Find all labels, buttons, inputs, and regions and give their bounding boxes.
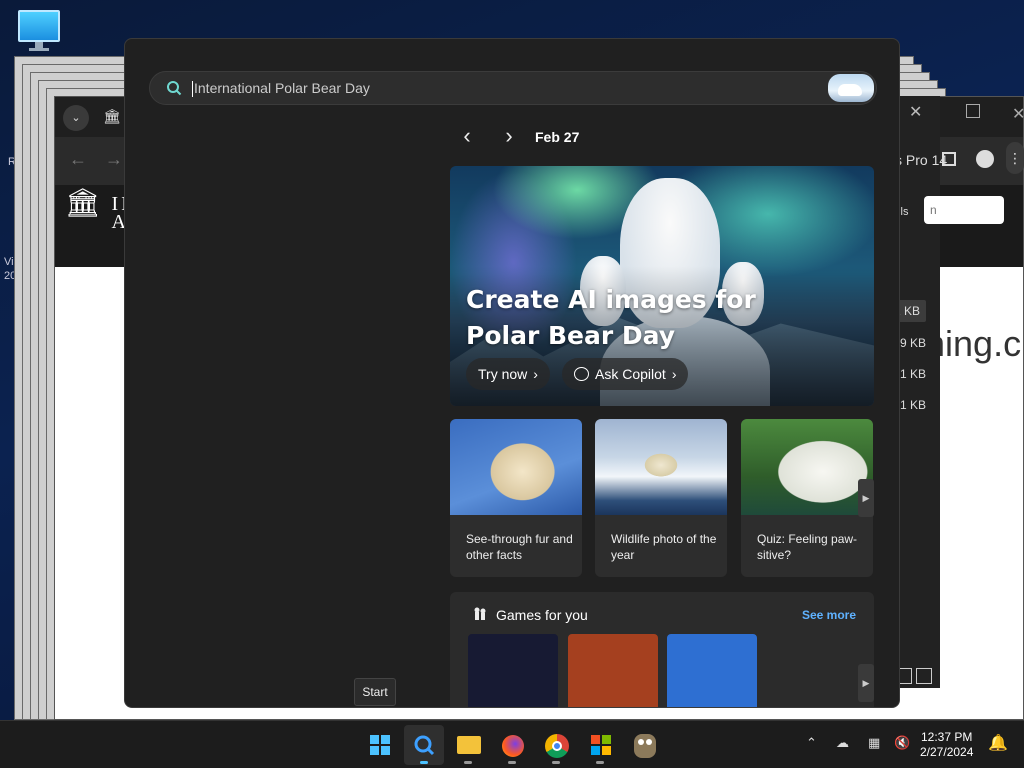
search-button[interactable] xyxy=(404,725,444,765)
try-now-button[interactable]: Try now › xyxy=(466,358,550,390)
notification-bell-icon[interactable]: 🔔 xyxy=(988,733,1008,753)
story-card[interactable]: Quiz: Feeling paw-sitive? xyxy=(741,419,873,577)
maximize-icon[interactable] xyxy=(966,104,980,118)
file-explorer-button[interactable] xyxy=(448,725,488,765)
microsoft-store-button[interactable] xyxy=(580,725,620,765)
polar-bear-swimming-image xyxy=(741,419,873,515)
taskbar: ⌃ ☁ ▦ 🔇 12:37 PM 2/27/2024 🔔 xyxy=(0,720,1024,768)
file-size: 1 KB xyxy=(899,367,926,381)
onedrive-icon[interactable]: ☁ xyxy=(836,735,849,751)
profile-icon[interactable] xyxy=(976,150,994,168)
view-toggle[interactable] xyxy=(896,668,932,684)
game-tile[interactable] xyxy=(568,634,658,707)
ask-copilot-label: Ask Copilot xyxy=(595,366,666,382)
gimp-eye xyxy=(638,739,644,745)
start-button[interactable] xyxy=(360,725,400,765)
chat-bubble-icon xyxy=(574,367,589,381)
search-input[interactable] xyxy=(194,72,814,104)
desktop-label-fragment: Vi xyxy=(4,256,14,268)
profile-name-fragment: s Pro 14 xyxy=(895,152,948,168)
story-card[interactable]: See-through fur and other facts xyxy=(450,419,582,577)
chrome-icon-center xyxy=(552,741,562,751)
chrome-button[interactable] xyxy=(536,725,576,765)
running-indicator xyxy=(508,761,516,764)
menu-icon[interactable]: ⋮ xyxy=(1006,142,1024,174)
search-icon xyxy=(414,735,435,756)
this-pc-desktop-icon[interactable] xyxy=(18,10,60,51)
game-pieces-icon xyxy=(474,607,486,620)
game-tile[interactable] xyxy=(468,634,558,707)
story-caption: Quiz: Feeling paw-sitive? xyxy=(757,532,858,562)
gimp-eye xyxy=(646,739,652,745)
polar-bear-on-ice-image xyxy=(595,419,727,515)
text-caret xyxy=(192,81,193,97)
file-size: 1 KB xyxy=(899,398,926,412)
museum-favicon-icon[interactable]: 🏛 xyxy=(103,108,121,124)
polar-bear-highlight-icon[interactable] xyxy=(828,74,874,102)
tile-view-icon[interactable] xyxy=(916,668,932,684)
active-indicator xyxy=(420,761,428,764)
previous-day-icon[interactable]: ‹ xyxy=(455,125,479,149)
next-day-icon[interactable]: › xyxy=(497,125,521,149)
downloads-search-input[interactable]: n xyxy=(924,196,1004,224)
polar-bear-closeup-image xyxy=(450,419,582,515)
story-caption: See-through fur and other facts xyxy=(466,532,573,562)
search-flyout: ‹ › Feb 27 Create AI images for Polar Be… xyxy=(124,38,900,708)
clock[interactable]: 12:37 PM 2/27/2024 xyxy=(920,730,973,760)
close-icon[interactable]: ✕ xyxy=(909,102,922,122)
forward-icon[interactable]: → xyxy=(105,149,123,170)
tab-search-dropdown-icon[interactable]: ⌄ xyxy=(63,105,89,131)
see-more-link[interactable]: See more xyxy=(802,608,856,622)
chevron-right-icon: › xyxy=(671,366,677,382)
date-label: Feb 27 xyxy=(535,129,580,145)
clock-time: 12:37 PM xyxy=(921,730,973,744)
games-title: Games for you xyxy=(496,607,588,623)
close-window-icon[interactable]: ✕ xyxy=(1012,104,1024,124)
show-hidden-icons-icon[interactable]: ⌃ xyxy=(806,735,817,751)
story-card[interactable]: Wildlife photo of the year xyxy=(595,419,727,577)
search-icon xyxy=(167,81,182,96)
clock-date: 2/27/2024 xyxy=(920,745,974,759)
scroll-right-icon[interactable]: ▶ xyxy=(858,479,874,517)
side-panel-icon[interactable] xyxy=(942,152,956,166)
games-section: Games for you See more ▶ xyxy=(450,592,874,707)
gimp-icon xyxy=(634,734,656,758)
running-indicator xyxy=(596,761,604,764)
story-caption: Wildlife photo of the year xyxy=(611,532,717,562)
scroll-right-icon[interactable]: ▶ xyxy=(858,664,874,702)
hero-title: Create AI images for Polar Bear Day xyxy=(466,285,756,350)
volume-muted-icon[interactable]: 🔇 xyxy=(894,735,910,751)
search-box[interactable] xyxy=(149,71,877,105)
windows-logo-icon xyxy=(370,735,390,755)
try-now-label: Try now xyxy=(478,366,528,382)
folder-icon xyxy=(457,736,481,754)
ask-copilot-button[interactable]: Ask Copilot › xyxy=(562,358,689,390)
firefox-button[interactable] xyxy=(492,725,532,765)
hero-card[interactable]: Create AI images for Polar Bear Day Try … xyxy=(450,166,874,406)
firefox-icon xyxy=(502,735,524,757)
start-tooltip: Start xyxy=(354,678,396,706)
running-indicator xyxy=(464,761,472,764)
game-tile[interactable] xyxy=(667,634,757,707)
back-icon[interactable]: ← xyxy=(69,149,87,170)
gimp-button[interactable] xyxy=(624,725,664,765)
running-indicator xyxy=(552,761,560,764)
network-icon[interactable]: ▦ xyxy=(868,735,880,751)
store-icon xyxy=(591,735,611,755)
chevron-right-icon: › xyxy=(533,366,538,382)
